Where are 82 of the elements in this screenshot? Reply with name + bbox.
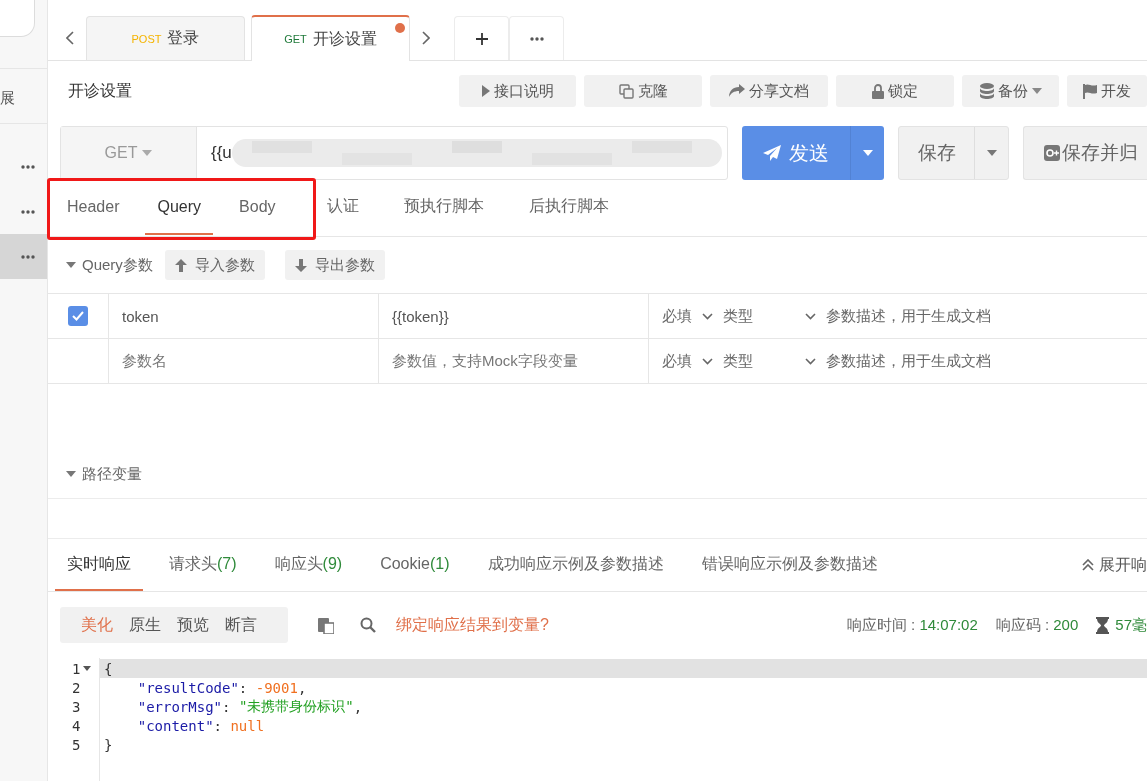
save-archive-button[interactable]: 保存并归 bbox=[1023, 126, 1147, 180]
line-number: 1 bbox=[72, 660, 81, 677]
duration: 57毫 bbox=[1115, 615, 1147, 635]
toolbar-button[interactable]: 分享文档 bbox=[710, 75, 828, 107]
toolbar-button[interactable]: 接口说明 bbox=[459, 75, 576, 107]
chevron-down-icon bbox=[702, 357, 713, 365]
type-select[interactable]: 类型 bbox=[723, 351, 795, 371]
plus-icon bbox=[474, 31, 489, 46]
type-select[interactable]: 类型 bbox=[723, 306, 795, 326]
database-icon bbox=[979, 83, 994, 99]
description-field[interactable]: 参数描述，用于生成文档 bbox=[826, 306, 991, 326]
caret-icon bbox=[986, 150, 997, 156]
section-title[interactable]: 路径变量 bbox=[82, 464, 142, 484]
name-field[interactable]: 参数名 bbox=[122, 351, 167, 369]
request-section-tab[interactable]: Body bbox=[227, 180, 288, 235]
toolbar-button[interactable]: 克隆 bbox=[584, 75, 702, 107]
required-select[interactable]: 必填 bbox=[662, 306, 692, 326]
flag-icon bbox=[1083, 83, 1097, 99]
chevron-left-icon[interactable] bbox=[66, 30, 74, 45]
fold-icon[interactable] bbox=[83, 666, 92, 671]
request-tab[interactable]: POST 登录 bbox=[86, 16, 245, 60]
request-section-tab[interactable]: 后执行脚本 bbox=[516, 180, 621, 235]
expand-response-button[interactable]: 展开响 bbox=[1076, 539, 1147, 591]
line-number: 3 bbox=[72, 698, 81, 715]
request-section-tab[interactable]: Query bbox=[145, 180, 214, 235]
more-tabs-icon[interactable] bbox=[529, 36, 544, 41]
play-icon bbox=[481, 85, 490, 97]
clipboard-icon[interactable] bbox=[318, 616, 334, 634]
toolbar-button[interactable]: 备份 bbox=[962, 75, 1059, 107]
copy-icon bbox=[618, 83, 634, 99]
collapse-triangle-icon[interactable] bbox=[66, 470, 76, 478]
description-field[interactable]: 参数描述，用于生成文档 bbox=[826, 351, 991, 371]
lock-icon bbox=[872, 83, 884, 99]
section-title[interactable]: Query参数 bbox=[82, 255, 153, 275]
more-icon[interactable] bbox=[21, 164, 35, 169]
request-section-tab[interactable]: 预执行脚本 bbox=[391, 180, 496, 235]
response-tab[interactable]: 错误响应示例及参数描述 bbox=[689, 539, 890, 591]
page-title: 开诊设置 bbox=[68, 80, 133, 101]
bind-variable-link[interactable]: 绑定响应结果到变量? bbox=[396, 614, 549, 636]
paper-plane-icon bbox=[763, 145, 781, 161]
google-plus-icon bbox=[1044, 145, 1060, 161]
chevron-right-icon[interactable] bbox=[422, 30, 430, 45]
response-tab[interactable]: 成功响应示例及参数描述 bbox=[475, 539, 676, 591]
response-tab[interactable]: 实时响应 bbox=[55, 539, 143, 591]
required-select[interactable]: 必填 bbox=[662, 351, 692, 371]
request-tab[interactable]: GET 开诊设置 bbox=[251, 15, 410, 61]
line-number: 2 bbox=[72, 679, 81, 696]
import-button[interactable]: 导入参数 bbox=[164, 250, 265, 280]
param-value[interactable]: {{token}} bbox=[392, 307, 449, 325]
checkbox[interactable] bbox=[68, 306, 88, 326]
hourglass-icon bbox=[1096, 616, 1110, 634]
more-icon[interactable] bbox=[21, 209, 35, 214]
export-button[interactable]: 导出参数 bbox=[284, 250, 385, 280]
view-mode-tab[interactable]: 断言 bbox=[217, 614, 265, 636]
checkmark-icon bbox=[72, 311, 84, 321]
collapse-triangle-icon[interactable] bbox=[66, 261, 76, 269]
chevron-down-icon bbox=[805, 312, 816, 320]
line-number: 4 bbox=[72, 717, 81, 734]
line-number: 5 bbox=[72, 736, 81, 753]
response-stat: 响应时间 : 14:07:02 bbox=[846, 615, 978, 635]
more-icon[interactable] bbox=[21, 254, 35, 259]
response-stat: 响应码 : 200 bbox=[995, 615, 1079, 635]
response-tab[interactable]: Cookie(1) bbox=[368, 539, 462, 591]
caret-icon bbox=[862, 150, 873, 156]
toolbar-button[interactable]: 开发 bbox=[1067, 75, 1147, 107]
chevron-down-icon bbox=[702, 312, 713, 320]
toolbar-button[interactable]: 锁定 bbox=[836, 75, 954, 107]
request-section-tab[interactable]: 认证 bbox=[314, 180, 371, 235]
down-arrow-icon bbox=[294, 258, 307, 272]
param-name[interactable]: token bbox=[122, 307, 159, 325]
caret-icon bbox=[1031, 88, 1042, 94]
response-tab[interactable]: 响应头(9) bbox=[262, 539, 355, 591]
share-arrow-icon bbox=[729, 84, 745, 98]
search-icon[interactable] bbox=[360, 617, 376, 633]
request-section-tab[interactable]: Header bbox=[55, 180, 132, 235]
chevron-down-icon bbox=[805, 357, 816, 365]
double-chevron-up-icon bbox=[1082, 559, 1094, 571]
up-arrow-icon bbox=[174, 258, 187, 272]
response-tab[interactable]: 请求头(7) bbox=[157, 539, 249, 591]
sidebar-label: 展 bbox=[0, 88, 15, 108]
view-mode-tab[interactable]: 预览 bbox=[169, 614, 217, 636]
view-mode-tab[interactable]: 原生 bbox=[121, 614, 169, 636]
